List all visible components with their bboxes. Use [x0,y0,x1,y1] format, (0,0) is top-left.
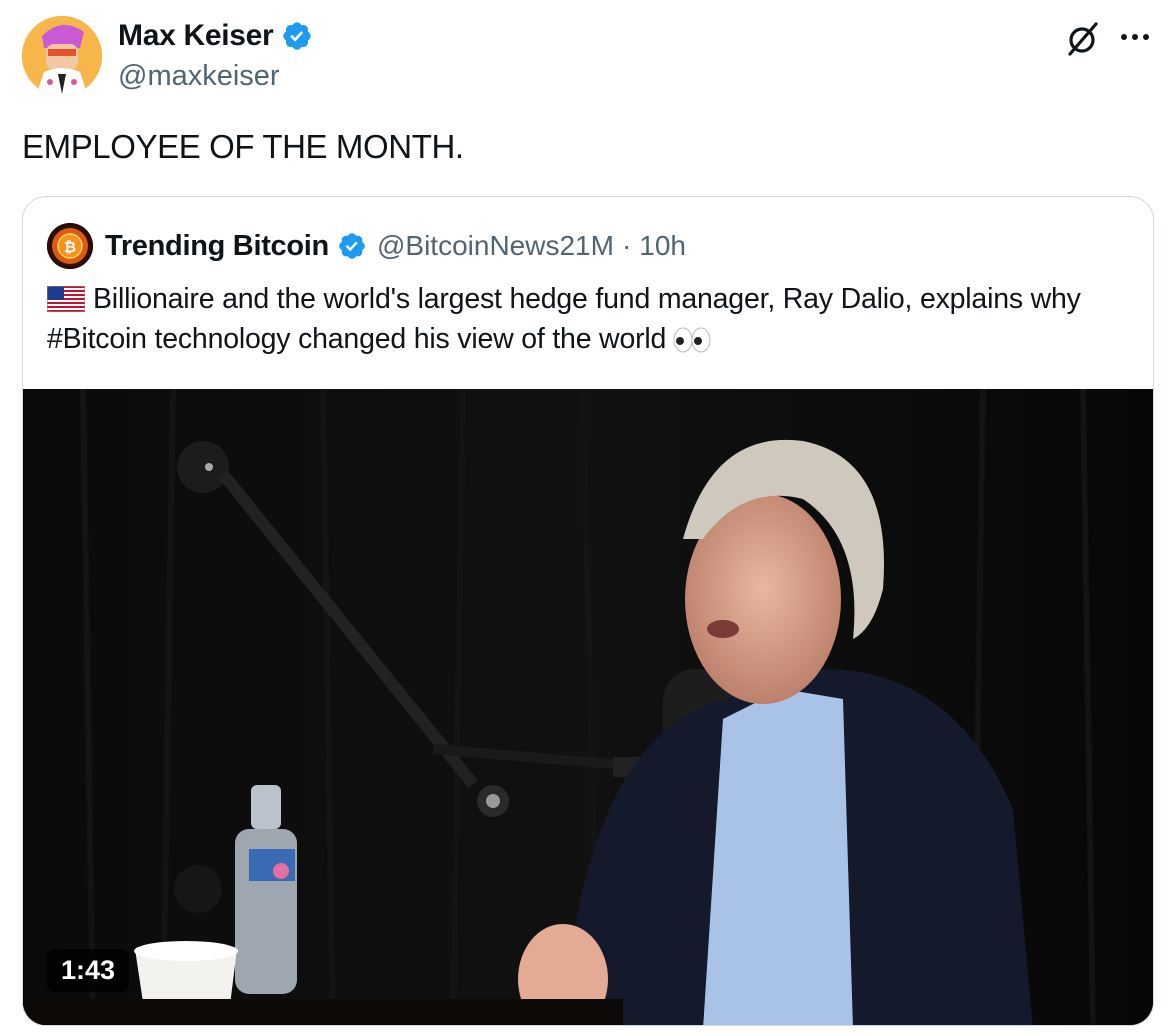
grok-icon[interactable] [1064,20,1102,58]
svg-text:₿: ₿ [64,238,76,256]
separator-dot: · [621,230,632,261]
more-icon[interactable] [1118,22,1152,52]
author-name[interactable]: Max Keiser [118,19,313,53]
author-name-text[interactable]: Max Keiser [118,19,274,53]
quoted-tweet[interactable]: ₿ Trending Bitcoin @BitcoinNews21M · 10h [22,196,1154,1026]
quoted-tweet-body: Billionaire and the world's largest hedg… [47,283,1081,355]
verified-badge-icon [339,233,365,259]
quoted-tweet-header: ₿ Trending Bitcoin @BitcoinNews21M · 10h [47,223,686,269]
video-player[interactable] [23,389,1153,1025]
verified-badge-icon [283,22,312,50]
eyes-emoji [673,327,711,353]
quoted-timestamp[interactable]: 10h [639,230,686,262]
author-avatar[interactable] [22,16,102,96]
quoted-author-avatar[interactable]: ₿ [47,223,93,269]
quoted-author-name[interactable]: Trending Bitcoin [105,230,329,263]
quoted-tweet-text: Billionaire and the world's largest hedg… [47,279,1137,359]
tweet-card: Max Keiser @maxkeiser EMPLOYEE OF THE MO… [0,0,1168,1036]
us-flag-emoji [47,286,85,312]
quoted-author-handle[interactable]: @BitcoinNews21M [377,230,614,262]
video-thumbnail [23,389,1153,1025]
tweet-text: EMPLOYEE OF THE MONTH. [22,128,464,165]
author-handle[interactable]: @maxkeiser [118,60,280,93]
video-duration-badge: 1:43 [47,949,130,992]
